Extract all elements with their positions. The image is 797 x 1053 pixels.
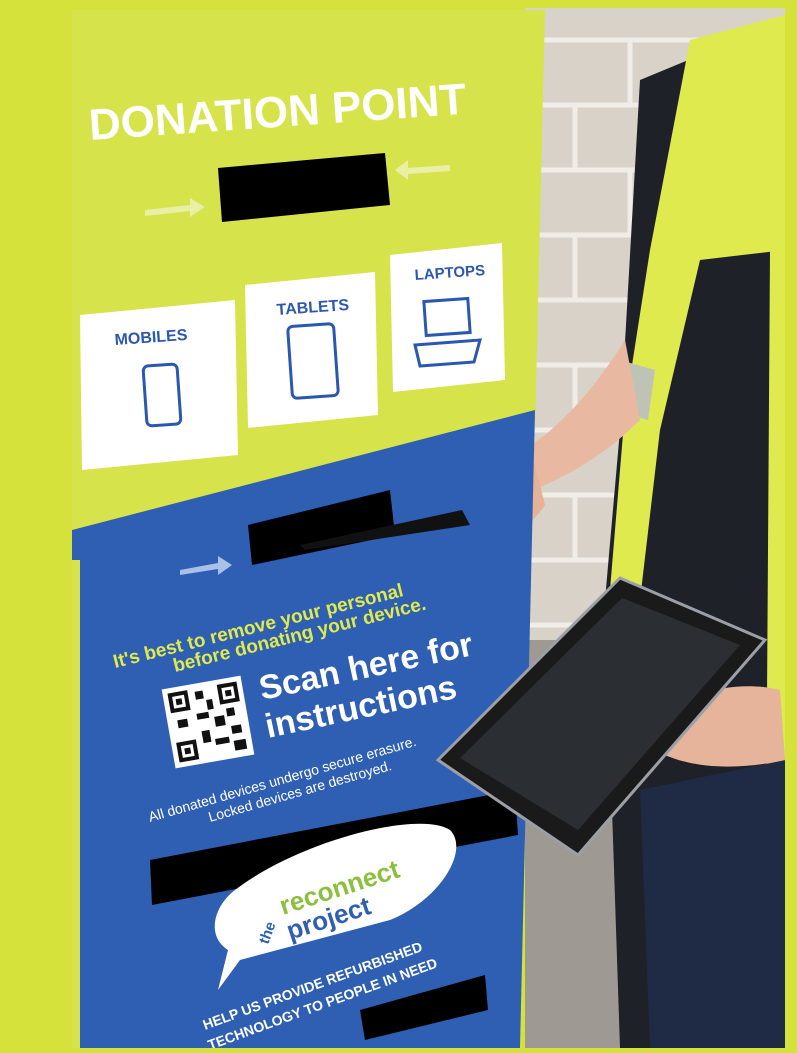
donation-box: DONATION POINT MOBILES TABLETS LAPTOPS I… bbox=[72, 10, 545, 1053]
category-card-tablets: TABLETS bbox=[245, 272, 378, 428]
category-card-laptops: LAPTOPS bbox=[390, 243, 505, 392]
qr-code bbox=[161, 675, 255, 769]
donation-point-photo: DONATION POINT MOBILES TABLETS LAPTOPS I… bbox=[0, 0, 797, 1053]
category-card-mobiles: MOBILES bbox=[80, 300, 238, 470]
